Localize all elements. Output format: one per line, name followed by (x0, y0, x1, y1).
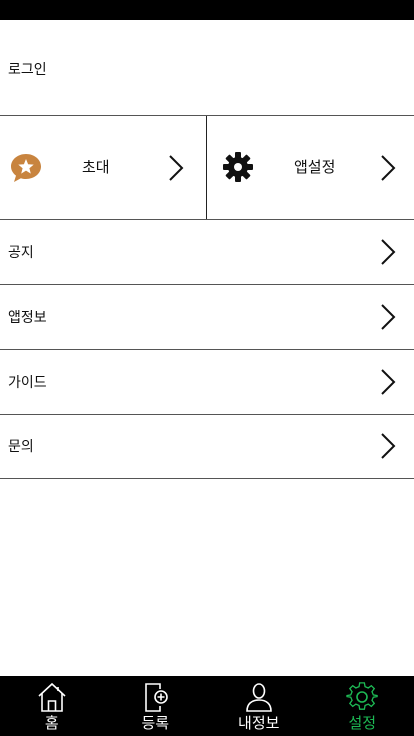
chevron-right-icon (381, 239, 396, 265)
app-settings-button[interactable]: 앱설정 (208, 116, 414, 219)
menu-item-guide[interactable]: 가이드 (0, 350, 414, 415)
app-settings-label: 앱설정 (294, 158, 336, 176)
invite-button[interactable]: 초대 (0, 116, 207, 219)
chevron-right-icon (381, 369, 396, 395)
chevron-right-icon (169, 155, 184, 181)
chevron-right-icon (381, 304, 396, 330)
chevron-right-icon (381, 155, 396, 181)
status-bar (0, 0, 414, 20)
chevron-right-icon (381, 433, 396, 459)
menu-item-notice[interactable]: 공지 (0, 220, 414, 285)
login-label: 로그인 (8, 62, 47, 78)
user-icon (245, 683, 272, 712)
login-row[interactable]: 로그인 (0, 20, 414, 116)
tab-label: 설정 (348, 714, 377, 732)
menu-item-app-info[interactable]: 앱정보 (0, 285, 414, 350)
bottom-tab-bar: 홈 등록 내정보 설정 (0, 676, 414, 736)
gear-icon (346, 682, 378, 710)
tab-my-info[interactable]: 내정보 (207, 676, 311, 736)
menu-item-label: 앱정보 (8, 310, 47, 326)
tab-label: 등록 (141, 714, 170, 732)
menu-item-label: 가이드 (8, 375, 47, 391)
menu-item-label: 공지 (8, 245, 34, 261)
menu-item-label: 문의 (8, 439, 34, 455)
add-document-icon (145, 683, 169, 712)
quick-actions-row: 초대 앱설정 (0, 116, 414, 220)
tab-settings[interactable]: 설정 (311, 676, 414, 736)
gear-icon (223, 152, 253, 182)
star-speech-bubble-icon (11, 154, 41, 182)
tab-label: 내정보 (238, 714, 280, 732)
tab-label: 홈 (44, 714, 59, 732)
tab-register[interactable]: 등록 (104, 676, 208, 736)
menu-item-inquiry[interactable]: 문의 (0, 414, 414, 479)
home-icon (38, 682, 66, 712)
tab-home[interactable]: 홈 (0, 676, 104, 736)
invite-label: 초대 (82, 158, 110, 176)
